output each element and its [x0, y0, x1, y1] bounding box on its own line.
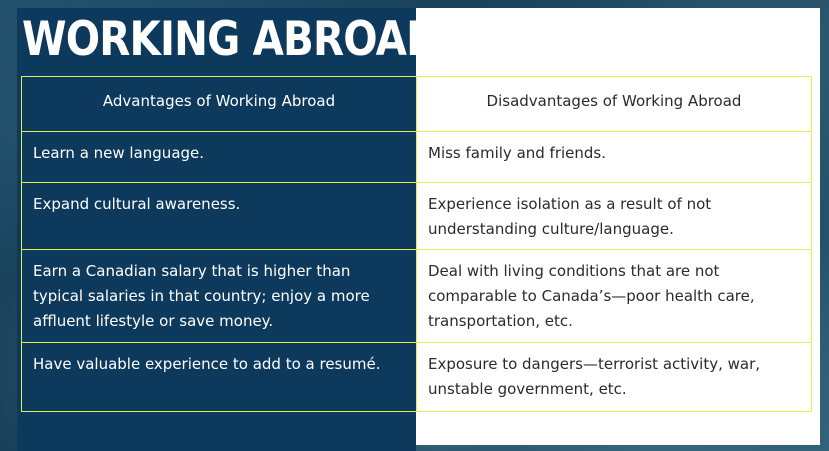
slide-title: WORKING ABROAD — [22, 12, 440, 67]
advantage-cell: Learn a new language. — [21, 131, 417, 183]
table-row: Expand cultural awareness. Experience is… — [21, 182, 812, 250]
table-row: Earn a Canadian salary that is higher th… — [21, 249, 812, 343]
advantage-cell: Expand cultural awareness. — [21, 182, 417, 250]
advantage-cell: Earn a Canadian salary that is higher th… — [21, 249, 417, 343]
advantage-cell: Have valuable experience to add to a res… — [21, 342, 417, 412]
comparison-table: Advantages of Working Abroad Disadvantag… — [21, 76, 812, 412]
header-disadvantages: Disadvantages of Working Abroad — [416, 76, 812, 132]
disadvantage-cell: Deal with living conditions that are not… — [416, 249, 812, 343]
table-row: Learn a new language. Miss family and fr… — [21, 131, 812, 183]
disadvantage-cell: Exposure to dangers—terrorist activity, … — [416, 342, 812, 412]
disadvantage-cell: Miss family and friends. — [416, 131, 812, 183]
header-advantages: Advantages of Working Abroad — [21, 76, 417, 132]
table-row: Have valuable experience to add to a res… — [21, 342, 812, 412]
table-header-row: Advantages of Working Abroad Disadvantag… — [21, 76, 812, 132]
disadvantage-cell: Experience isolation as a result of not … — [416, 182, 812, 250]
